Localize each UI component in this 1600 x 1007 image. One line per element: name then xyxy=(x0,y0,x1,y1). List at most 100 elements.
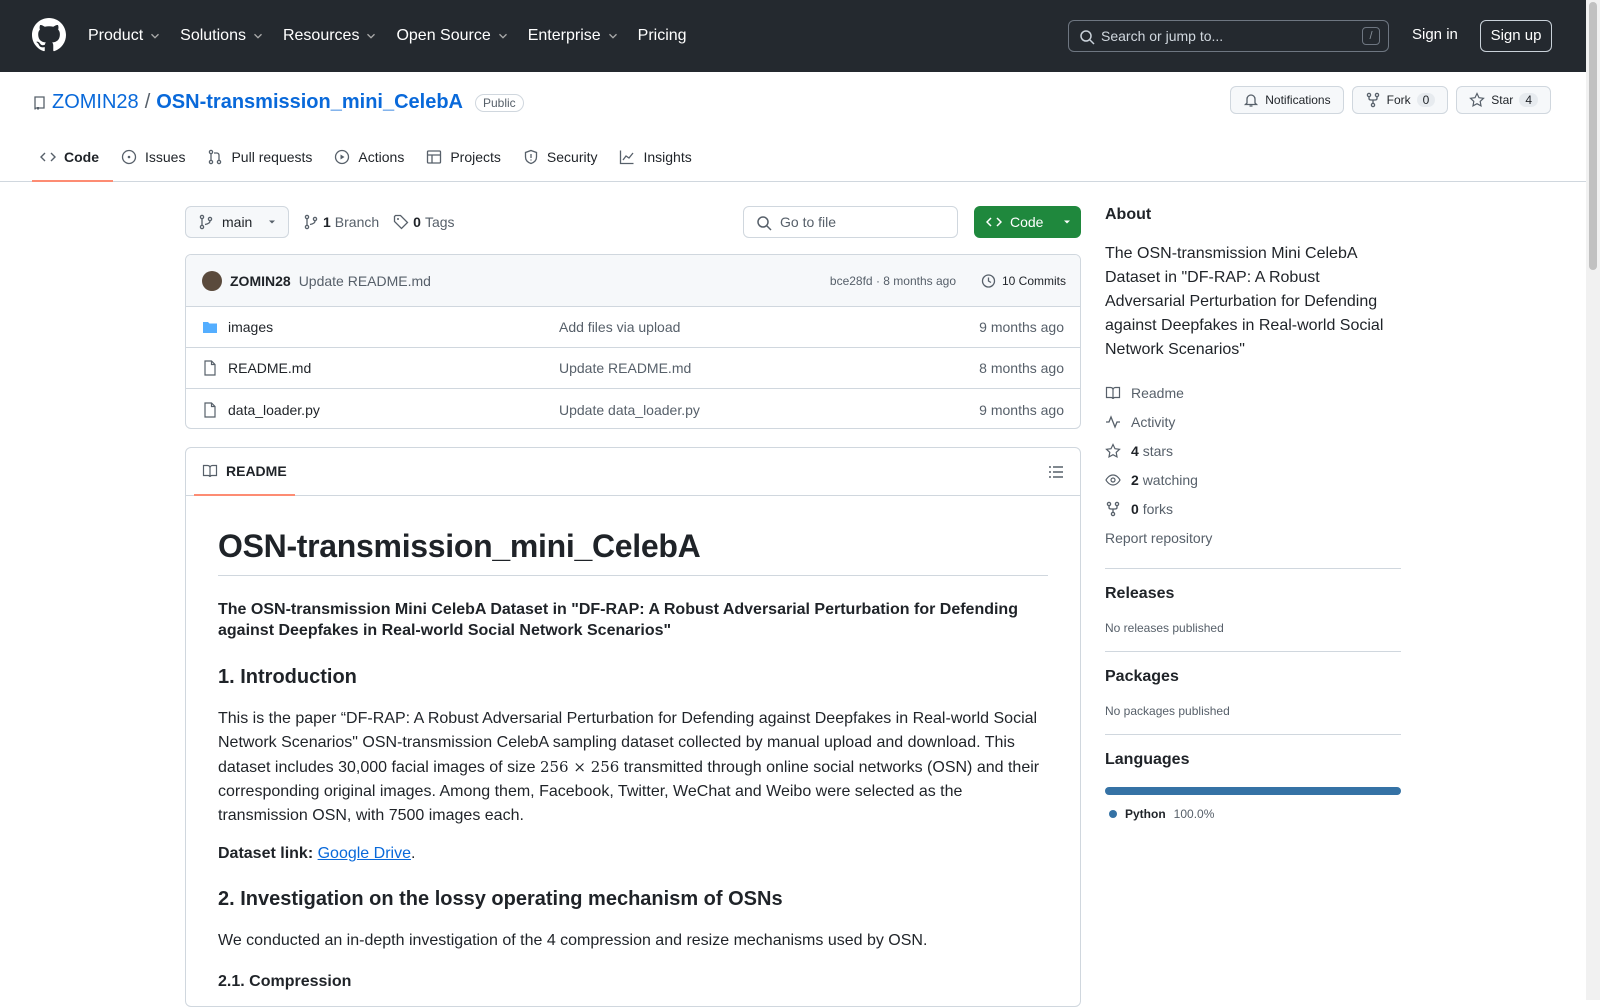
star-count: 4 xyxy=(1519,93,1538,107)
file-commit-message[interactable]: Update data_loader.py xyxy=(559,402,700,418)
readme-title: OSN-transmission_mini_CelebA xyxy=(218,528,1048,576)
star-icon xyxy=(1105,442,1121,458)
repo-owner-link[interactable]: ZOMIN28 xyxy=(52,91,139,114)
search-input[interactable]: Search or jump to... / xyxy=(1068,20,1389,52)
file-commit-message[interactable]: Update README.md xyxy=(559,360,691,376)
file-name[interactable]: data_loader.py xyxy=(228,402,320,418)
stars-link[interactable]: 4 stars xyxy=(1105,436,1401,465)
play-icon xyxy=(335,149,350,165)
commit-meta[interactable]: bce28fd · 8 months ago xyxy=(830,274,956,288)
language-python[interactable]: Python 100.0% xyxy=(1105,807,1401,821)
releases-empty: No releases published xyxy=(1105,621,1224,635)
tab-security[interactable]: Security xyxy=(515,134,612,180)
go-to-file-input[interactable]: Go to file xyxy=(743,206,958,238)
packages-heading[interactable]: Packages xyxy=(1105,668,1401,686)
github-logo-icon[interactable] xyxy=(32,18,66,52)
search-icon xyxy=(757,216,772,231)
forks-link[interactable]: 0 forks xyxy=(1105,494,1401,523)
tag-icon xyxy=(394,214,409,230)
file-age: 9 months ago xyxy=(979,319,1064,335)
file-commit-message[interactable]: Add files via upload xyxy=(559,319,680,335)
repo-tabs: Code Issues Pull requests Actions Projec… xyxy=(32,134,706,182)
math-size: 256 × 256 xyxy=(539,757,620,776)
outline-list-icon[interactable] xyxy=(1048,464,1064,480)
repo-name-link[interactable]: OSN-transmission_mini_CelebA xyxy=(156,91,463,114)
file-name[interactable]: images xyxy=(228,319,273,335)
commit-author[interactable]: ZOMIN28 xyxy=(230,273,291,289)
notifications-button[interactable]: Notifications xyxy=(1230,86,1344,114)
branch-icon xyxy=(199,214,213,230)
file-icon xyxy=(204,360,216,376)
tab-insights[interactable]: Insights xyxy=(611,134,705,180)
about-heading: About xyxy=(1105,206,1152,223)
issue-icon xyxy=(121,149,137,165)
languages-heading: Languages xyxy=(1105,751,1190,768)
sign-up-button[interactable]: Sign up xyxy=(1480,20,1552,52)
visibility-badge: Public xyxy=(475,93,524,112)
branches-link[interactable]: 1 Branch xyxy=(303,214,379,230)
introduction-paragraph: This is the paper “DF-RAP: A Robust Adve… xyxy=(218,709,1040,824)
search-icon xyxy=(1080,30,1095,45)
code-icon xyxy=(40,152,56,162)
readme-subtitle: The OSN-transmission Mini CelebA Dataset… xyxy=(218,601,1018,639)
global-header: Product Solutions Resources Open Source … xyxy=(0,0,1600,72)
file-age: 9 months ago xyxy=(979,401,1064,418)
tab-projects[interactable]: Projects xyxy=(418,134,515,180)
tab-code[interactable]: Code xyxy=(32,134,113,182)
file-name[interactable]: README.md xyxy=(228,360,311,376)
file-row[interactable]: images Add files via upload 9 months ago xyxy=(186,307,1080,348)
pulse-icon xyxy=(1106,414,1120,429)
scrollbar-thumb[interactable] xyxy=(1589,2,1597,270)
search-placeholder: Search or jump to... xyxy=(1101,28,1224,44)
eye-icon xyxy=(1105,473,1121,486)
activity-link[interactable]: Activity xyxy=(1105,407,1401,436)
divider xyxy=(1105,734,1401,735)
branch-icon xyxy=(304,214,318,230)
divider xyxy=(1105,651,1401,652)
report-repository-link[interactable]: Report repository xyxy=(1105,523,1401,552)
code-icon xyxy=(986,217,1002,227)
star-icon xyxy=(1469,92,1486,108)
nav-open-source[interactable]: Open Source xyxy=(396,27,509,45)
tab-issues[interactable]: Issues xyxy=(113,134,199,180)
nav-pricing[interactable]: Pricing xyxy=(638,27,687,45)
file-list: ZOMIN28 Update README.md bce28fd · 8 mon… xyxy=(185,254,1081,429)
chevron-down-icon xyxy=(151,33,160,39)
star-button[interactable]: Star 4 xyxy=(1456,86,1551,114)
readme-panel: README OSN-transmission_mini_CelebA The … xyxy=(185,447,1081,1007)
pull-request-icon xyxy=(209,149,222,165)
file-icon xyxy=(204,401,216,418)
tags-link[interactable]: 0 Tags xyxy=(393,214,455,230)
divider xyxy=(1105,568,1401,569)
file-row[interactable]: README.md Update README.md 8 months ago xyxy=(186,348,1080,389)
commit-message[interactable]: Update README.md xyxy=(299,273,431,289)
repo-separator: / xyxy=(144,91,151,113)
fork-icon xyxy=(1106,501,1120,516)
releases-heading[interactable]: Releases xyxy=(1105,585,1401,603)
code-button[interactable]: Code xyxy=(974,206,1081,238)
nav-solutions[interactable]: Solutions xyxy=(180,27,265,45)
latest-commit: ZOMIN28 Update README.md bce28fd · 8 mon… xyxy=(186,255,1080,307)
repo-header: ZOMIN28 / OSN-transmission_mini_CelebA P… xyxy=(0,72,1586,182)
chevron-down-icon xyxy=(498,33,507,39)
readme-tab[interactable]: README xyxy=(194,448,295,496)
fork-button[interactable]: Fork 0 xyxy=(1351,86,1449,114)
commits-link[interactable]: 10 Commits xyxy=(980,273,1066,289)
nav-resources[interactable]: Resources xyxy=(283,27,378,45)
avatar[interactable] xyxy=(202,270,222,291)
nav-product[interactable]: Product xyxy=(88,27,162,45)
branch-selector[interactable]: main xyxy=(185,206,289,238)
sign-in-link[interactable]: Sign in xyxy=(1412,26,1458,43)
graph-icon xyxy=(620,150,634,165)
tab-pull-requests[interactable]: Pull requests xyxy=(199,134,326,180)
google-drive-link[interactable]: Google Drive xyxy=(318,845,411,862)
readme-link[interactable]: Readme xyxy=(1105,378,1401,407)
file-row[interactable]: data_loader.py Update data_loader.py 9 m… xyxy=(186,389,1080,428)
watchers-link[interactable]: 2 watching xyxy=(1105,465,1401,494)
chevron-down-icon xyxy=(254,33,262,39)
chevron-down-icon xyxy=(608,33,617,39)
nav-enterprise[interactable]: Enterprise xyxy=(528,27,620,45)
tab-actions[interactable]: Actions xyxy=(326,134,418,180)
chevron-down-icon xyxy=(367,33,376,39)
repo-icon xyxy=(34,95,45,110)
